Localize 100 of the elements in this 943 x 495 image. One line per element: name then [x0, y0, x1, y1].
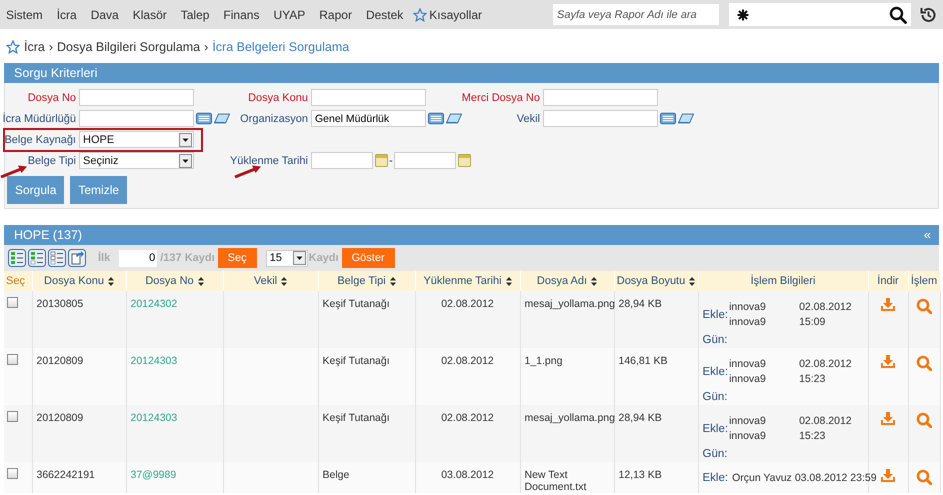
input-field[interactable] [79, 110, 194, 127]
column-header: İşlem [908, 271, 940, 291]
star-icon [413, 8, 428, 22]
search-icon [889, 6, 907, 24]
breadcrumb-link[interactable]: İcra Belgeleri Sorgulama [212, 40, 350, 54]
menu-item[interactable]: Destek [366, 8, 404, 22]
input-field[interactable] [543, 110, 658, 127]
calendar-icon [458, 154, 471, 167]
search-icon[interactable] [916, 469, 932, 485]
column-header[interactable]: Dosya Adı [520, 271, 614, 291]
table-cell-text: innova9 [729, 316, 767, 328]
checkbox[interactable] [7, 297, 18, 308]
checkbox[interactable] [7, 411, 18, 422]
breadcrumb-separator: › [48, 40, 54, 54]
table-cell: Belge [318, 462, 415, 493]
table-cell: 28,94 KB [614, 291, 698, 348]
document-icon[interactable] [68, 249, 86, 267]
breadcrumb-link[interactable]: Dosya Bilgileri Sorgulama [57, 40, 200, 54]
table-cell: 03.08.2012 23:59 [794, 472, 877, 484]
table-cell: 02.08.2012 [799, 301, 852, 313]
table-cell-text: innova9 [729, 373, 767, 385]
calendar-icon [375, 154, 388, 167]
column-header[interactable]: Dosya Boyutu [614, 271, 698, 291]
table-cell: 28,94 KB [614, 405, 698, 462]
page-size-select[interactable]: 15 [266, 250, 308, 266]
menu-item[interactable]: Dava [90, 8, 119, 22]
page-size-label: Kaydı [308, 252, 339, 264]
menu-item[interactable]: Finans [223, 8, 260, 22]
menu-item[interactable]: İcra [56, 8, 77, 22]
field-label: Merci Dosya No [462, 92, 541, 104]
column-header[interactable]: Dosya Konu [32, 271, 126, 291]
field-label: Gün: [702, 448, 728, 460]
search-icon[interactable] [916, 355, 932, 371]
breadcrumb-link[interactable]: İcra [24, 40, 45, 54]
column-header: İndir [868, 271, 908, 291]
menu-item[interactable]: UYAP [273, 8, 306, 22]
column-header: İşlem Bilgileri [698, 271, 868, 291]
table-cell: 02.08.2012 [415, 291, 520, 348]
search-icon[interactable] [916, 298, 932, 314]
eraser-icon [678, 113, 694, 124]
search-icon[interactable] [916, 412, 932, 428]
field-label: Dosya Konu [248, 92, 309, 104]
table-cell-text: 15:09 [799, 316, 826, 328]
start-field[interactable]: 0 [119, 250, 158, 266]
download-icon[interactable] [880, 355, 896, 369]
field-label: Vekil [516, 112, 541, 124]
input-field[interactable] [311, 89, 426, 106]
panel-title: HOPE (137) [14, 227, 82, 244]
panel-header: Sorgu Kriterleri [4, 63, 939, 83]
table-cell: 02.08.2012 [799, 358, 852, 370]
breadcrumb-separator: › [204, 40, 208, 54]
download-icon[interactable] [880, 298, 896, 312]
code-search-field[interactable] [729, 3, 911, 26]
field-label: Ekle: [702, 422, 728, 434]
list-icon[interactable] [48, 249, 66, 267]
date-field[interactable] [311, 152, 373, 169]
table-cell: New Text Document.txt [520, 462, 614, 493]
table-cell: mesaj_yollama.png [520, 291, 614, 348]
checklist-icon[interactable] [28, 249, 46, 267]
sort-icon [689, 276, 696, 286]
column-header[interactable]: Vekil [223, 271, 318, 291]
checkbox[interactable] [7, 468, 18, 479]
menu-item[interactable]: Talep [180, 8, 210, 22]
checklist-icon[interactable] [8, 249, 26, 267]
table-cell: Keşif Tutanağı [318, 405, 415, 462]
column-header: Seç [4, 271, 32, 291]
select-field[interactable]: Seçiniz [79, 152, 194, 169]
menu-item[interactable]: Rapor [319, 8, 352, 22]
field-label: Dosya No [28, 92, 77, 104]
date-separator: - [389, 154, 393, 166]
column-header[interactable]: Belge Tipi [318, 271, 415, 291]
table-cell-text: innova9 [729, 415, 767, 427]
search-field[interactable]: Sayfa veya Rapor Adı ile ara [553, 4, 719, 25]
dropdown-icon [179, 132, 192, 146]
menu-item[interactable]: Klasör [132, 8, 167, 22]
shortcuts-link[interactable]: Kısayollar [413, 8, 482, 22]
column-header[interactable]: Yüklenme Tarihi [415, 271, 520, 291]
table-cell-text: 15:23 [799, 430, 826, 442]
select-field[interactable]: HOPE [79, 131, 194, 148]
input-field[interactable] [543, 89, 658, 106]
table-cell: 02.08.2012 [415, 405, 520, 462]
input-field[interactable] [79, 89, 194, 106]
list-icon [428, 112, 444, 125]
download-icon[interactable] [880, 412, 896, 426]
table-cell-text: innova9 [729, 430, 767, 442]
table-cell: Keşif Tutanağı [318, 348, 415, 405]
field-label: İcra Müdürlüğü [2, 112, 77, 124]
column-header[interactable]: Dosya No [126, 271, 223, 291]
table-cell: 03.08.2012 [415, 462, 520, 493]
input-field[interactable]: Genel Müdürlük [311, 110, 426, 127]
table-cell: Orçun Yavuz [732, 472, 792, 484]
download-icon[interactable] [880, 469, 896, 483]
menu-item[interactable]: Sistem [6, 8, 43, 22]
eraser-icon [446, 113, 462, 124]
checkbox[interactable] [7, 354, 18, 365]
field-label: Ekle: [702, 308, 728, 320]
field-label: Ekle: [702, 366, 728, 378]
table-cell: 20130805 [32, 291, 126, 348]
date-field[interactable] [394, 152, 456, 169]
table-cell: 20120809 [32, 405, 126, 462]
